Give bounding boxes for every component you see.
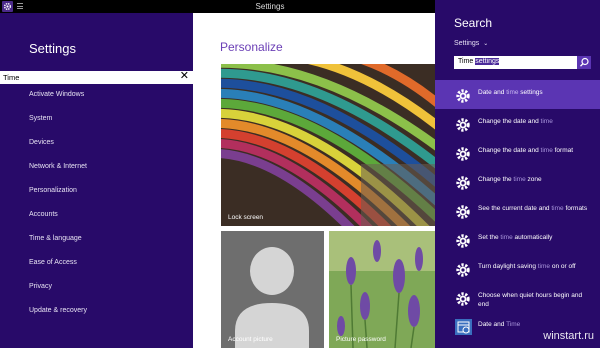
result-text: Change the date and time format	[478, 146, 588, 155]
result-text-post: automatically	[512, 234, 553, 241]
result-text-pre: Set the	[478, 234, 501, 241]
search-results: Date and time settings Change the date a…	[435, 80, 600, 341]
search-scope-label: Settings	[454, 40, 480, 47]
charm-search-query[interactable]: Time settings	[458, 58, 500, 65]
nav-item-system[interactable]: System	[29, 115, 87, 139]
account-picture-tile[interactable]: Account picture	[221, 231, 324, 348]
result-text-highlight: time	[513, 176, 526, 183]
result-text-post: settings	[518, 89, 543, 96]
nav-item-time-language[interactable]: Time & language	[29, 235, 87, 259]
result-text: Choose when quiet hours begin and end	[478, 291, 588, 309]
settings-search-box[interactable]: ✕	[0, 70, 193, 84]
picture-password-tile[interactable]: Picture password	[329, 231, 435, 348]
calendar-clock-icon	[457, 321, 470, 334]
result-text-highlight: time	[540, 147, 553, 154]
search-result-item[interactable]: Turn daylight saving time on or off	[435, 254, 600, 283]
lock-screen-label: Lock screen	[228, 214, 264, 221]
page-title: Personalize	[220, 40, 283, 54]
chevron-down-icon: ⌄	[483, 41, 489, 47]
clear-icon[interactable]: ✕	[180, 70, 189, 83]
search-result-item[interactable]: Set the time automatically	[435, 225, 600, 254]
search-scope-dropdown[interactable]: Settings ⌄	[454, 40, 488, 47]
result-text-pre: Change the date and	[478, 147, 541, 154]
search-result-item[interactable]: Change the date and time	[435, 109, 600, 138]
search-charm: Search Settings ⌄ Time settings Date and …	[435, 0, 600, 348]
result-text-highlight: time	[551, 205, 564, 212]
search-result-item[interactable]: Choose when quiet hours begin and end	[435, 283, 600, 312]
nav-item-activate-windows[interactable]: Activate Windows	[29, 91, 87, 115]
result-text-post: formats	[563, 205, 588, 212]
result-text: Change the date and time	[478, 117, 588, 126]
sidebar-title: Settings	[29, 41, 76, 56]
search-icon	[579, 57, 589, 67]
result-text: Turn daylight saving time on or off	[478, 262, 588, 271]
charm-search-box[interactable]: Time settings	[454, 56, 591, 69]
query-selected: settings	[475, 58, 500, 65]
settings-sidebar: Settings ✕ Activate Windows System Devic…	[0, 13, 193, 348]
personalize-panel: Personalize Lock screen Account picture …	[193, 13, 435, 348]
result-text-pre: See the current date and	[478, 205, 552, 212]
result-text-pre: Date and	[478, 321, 507, 328]
nav-item-ease-of-access[interactable]: Ease of Access	[29, 259, 87, 283]
nav-item-network[interactable]: Network & Internet	[29, 163, 87, 187]
settings-nav: Activate Windows System Devices Network …	[29, 91, 87, 331]
result-text-highlight: time	[540, 118, 553, 125]
result-text: Set the time automatically	[478, 233, 588, 242]
watermark: winstart.ru	[543, 330, 594, 342]
search-result-item[interactable]: Change the time zone	[435, 167, 600, 196]
result-text-post: on or off	[550, 263, 576, 270]
app-tile-icon	[455, 319, 472, 335]
lock-screen-image	[221, 64, 435, 226]
search-submit-button[interactable]	[577, 56, 591, 69]
gear-icon	[456, 176, 470, 190]
result-text-highlight: time	[506, 89, 519, 96]
gear-icon	[456, 147, 470, 161]
search-result-item[interactable]: See the current date and time formats	[435, 196, 600, 225]
gear-icon	[456, 263, 470, 277]
result-text-post: zone	[525, 176, 542, 183]
result-text-highlight: time	[500, 234, 513, 241]
result-text: Date and time settings	[478, 88, 588, 97]
lavender-image	[329, 231, 435, 348]
picture-password-label: Picture password	[336, 336, 386, 343]
result-text-pre: Date and	[478, 89, 507, 96]
nav-item-update-recovery[interactable]: Update & recovery	[29, 307, 87, 331]
search-charm-title: Search	[454, 16, 493, 30]
search-result-item[interactable]: Change the date and time format	[435, 138, 600, 167]
result-text-highlight: Time	[506, 321, 521, 328]
result-text: Date and Time	[478, 320, 588, 329]
nav-item-accounts[interactable]: Accounts	[29, 211, 87, 235]
lock-screen-tile[interactable]: Lock screen	[221, 64, 435, 226]
nav-item-devices[interactable]: Devices	[29, 139, 87, 163]
settings-search-input[interactable]	[3, 72, 173, 83]
nav-item-privacy[interactable]: Privacy	[29, 283, 87, 307]
gear-icon	[456, 234, 470, 248]
result-text-pre: Change the date and	[478, 118, 541, 125]
result-text: See the current date and time formats	[478, 204, 588, 213]
gear-icon	[456, 89, 470, 103]
result-text-pre: Change the	[478, 176, 514, 183]
result-text-pre: Turn daylight saving	[478, 263, 538, 270]
account-avatar-icon	[221, 231, 324, 348]
search-result-item[interactable]: Date and time settings	[435, 80, 600, 109]
gear-icon	[456, 118, 470, 132]
nav-item-personalization[interactable]: Personalization	[29, 187, 87, 211]
gear-icon	[456, 292, 470, 306]
gear-icon	[456, 205, 470, 219]
result-text-post: format	[552, 147, 574, 154]
account-picture-label: Account picture	[228, 336, 273, 343]
result-text: Change the time zone	[478, 175, 588, 184]
result-text-pre: Choose when quiet hours begin and end	[478, 292, 583, 308]
query-plain: Time	[458, 58, 476, 65]
result-text-highlight: time	[537, 263, 551, 270]
